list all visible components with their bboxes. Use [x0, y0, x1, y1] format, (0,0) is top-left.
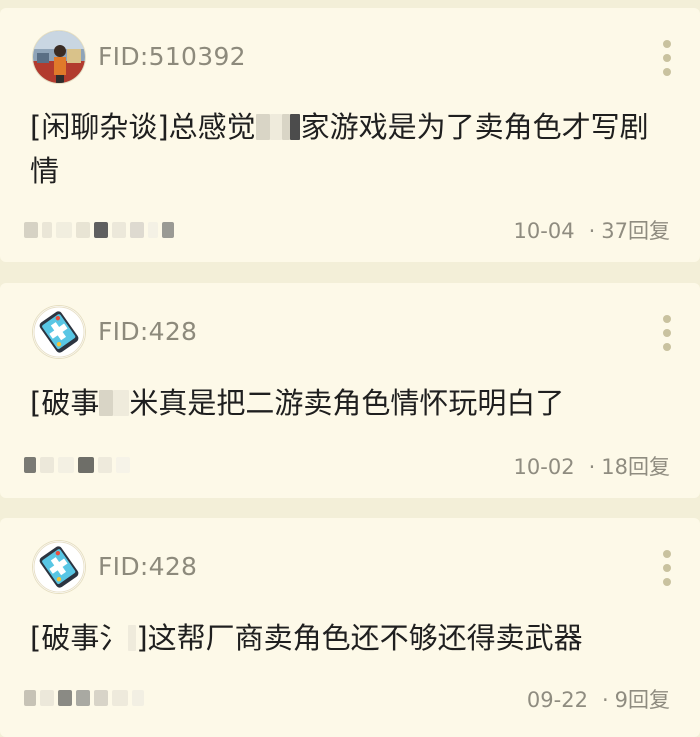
title-suffix: ]这帮厂商卖角色还不够还得卖武器: [136, 621, 583, 655]
post-date: 09-22: [526, 688, 588, 712]
redaction-mask: [289, 114, 300, 140]
redaction-mask: [255, 114, 270, 140]
redaction-mask: [269, 114, 282, 140]
more-options-icon[interactable]: [661, 550, 673, 586]
thread-card[interactable]: FID:510392 [闲聊杂谈]总感觉 家游戏是为了卖角色才写剧情 10-04 ·…: [0, 8, 700, 262]
user-avatar[interactable]: [33, 306, 85, 358]
thread-card[interactable]: FID:428 [破事氵]这帮厂商卖角色还不够还得卖武器 09-22 · 9回复: [0, 518, 700, 737]
more-options-icon[interactable]: [661, 40, 673, 76]
reply-count: 37回复: [601, 219, 670, 243]
title-suffix: 米真是把二游卖角色情怀玩明白了: [129, 386, 565, 420]
redaction-mask: [281, 114, 290, 140]
gamepad-phone-avatar-icon: [33, 306, 85, 358]
thread-card[interactable]: FID:428 [破事 米真是把二游卖角色情怀玩明白了 10-02 · 18回复: [0, 283, 700, 498]
thread-meta: 10-04 · 37回复: [514, 215, 670, 245]
thread-meta: 10-02 · 18回复: [514, 451, 670, 481]
redaction-mask: [99, 390, 114, 416]
post-date: 10-02: [513, 455, 575, 479]
reply-count: 9回复: [614, 688, 670, 712]
blurred-username: [24, 221, 174, 239]
photo-avatar-icon: [33, 31, 85, 83]
blurred-username: [24, 689, 144, 707]
title-prefix: [破事: [30, 386, 100, 420]
author-fid[interactable]: FID:428: [98, 317, 197, 346]
reply-count: 18回复: [601, 455, 670, 479]
user-avatar[interactable]: [33, 31, 85, 83]
author-fid[interactable]: FID:428: [98, 552, 197, 581]
thread-title[interactable]: [闲聊杂谈]总感觉 家游戏是为了卖角色才写剧情: [30, 105, 670, 193]
more-options-icon[interactable]: [661, 315, 673, 351]
meta-separator: ·: [601, 688, 609, 712]
thread-feed: FID:510392 [闲聊杂谈]总感觉 家游戏是为了卖角色才写剧情 10-04 ·…: [0, 0, 700, 737]
gamepad-phone-avatar-icon: [33, 541, 85, 593]
blurred-username: [24, 456, 130, 474]
post-date: 10-04: [513, 219, 575, 243]
thread-title[interactable]: [破事 米真是把二游卖角色情怀玩明白了: [30, 381, 670, 425]
meta-separator: ·: [588, 455, 596, 479]
meta-separator: ·: [588, 219, 596, 243]
title-prefix: [闲聊杂谈]总感觉: [30, 110, 256, 144]
redaction-mask: [113, 390, 130, 416]
user-avatar[interactable]: [33, 541, 85, 593]
thread-meta: 09-22 · 9回复: [527, 684, 670, 714]
author-fid[interactable]: FID:510392: [98, 42, 246, 71]
thread-title[interactable]: [破事氵]这帮厂商卖角色还不够还得卖武器: [30, 616, 670, 660]
title-prefix: [破事氵: [30, 621, 129, 655]
